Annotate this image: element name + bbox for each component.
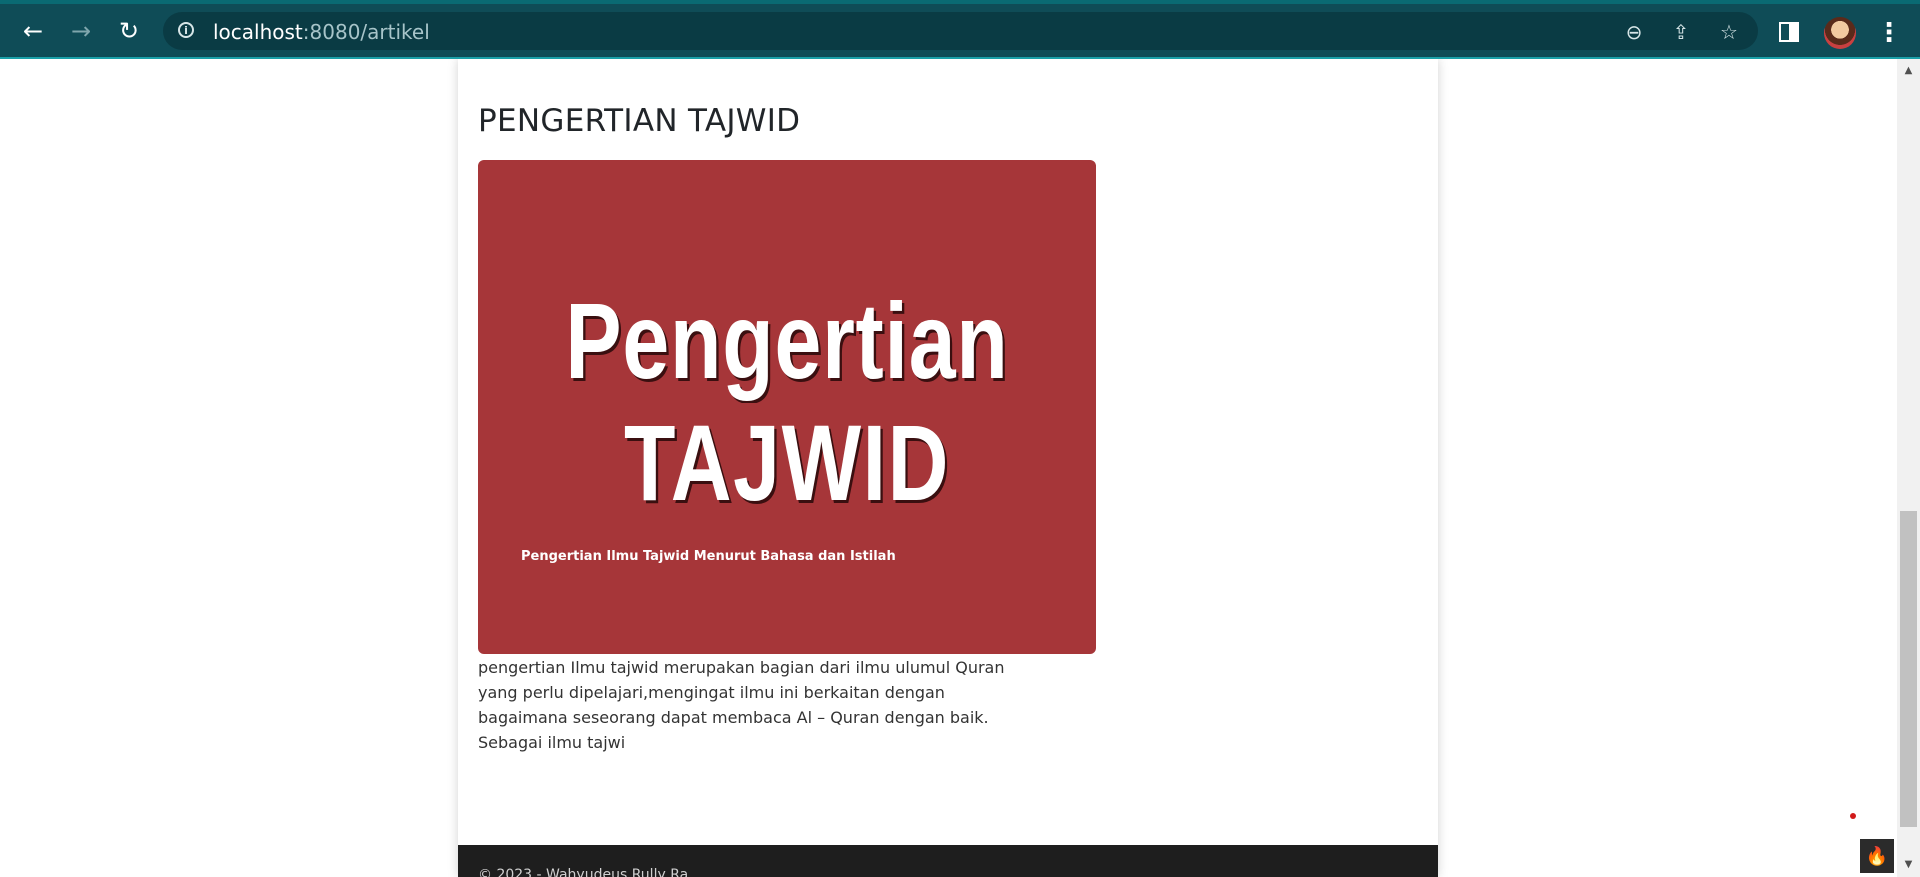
url-text[interactable]: localhost:8080/artikel — [213, 20, 430, 44]
vertical-scrollbar[interactable]: ▲ ▼ — [1897, 59, 1920, 877]
article-title: PENGERTIAN TAJWID — [478, 103, 801, 139]
menu-kebab-icon[interactable]: ⋮ — [1876, 17, 1902, 49]
browser-toolbar: ← → ↻ i localhost:8080/artikel ⊖ ⇪ ☆ ⋮ — [0, 0, 1920, 59]
debug-toolbar-flame-icon[interactable]: 🔥 — [1860, 839, 1894, 873]
star-icon[interactable]: ☆ — [1716, 19, 1742, 45]
notification-dot — [1850, 813, 1856, 819]
url-path: :8080/artikel — [302, 20, 430, 44]
scroll-up-icon[interactable]: ▲ — [1897, 63, 1920, 79]
page-footer: © 2023 - Wahyudeus Rully Ra... — [458, 845, 1438, 877]
article-card: PENGERTIAN TAJWID Pengertian TAJWID Peng… — [458, 59, 1438, 877]
article-image: Pengertian TAJWID Pengertian Ilmu Tajwid… — [478, 160, 1096, 654]
page-viewport: PENGERTIAN TAJWID Pengertian TAJWID Peng… — [0, 59, 1897, 877]
site-info-icon[interactable]: i — [178, 22, 194, 38]
scroll-down-icon[interactable]: ▼ — [1897, 857, 1920, 873]
image-caption: Pengertian Ilmu Tajwid Menurut Bahasa da… — [521, 549, 896, 564]
profile-avatar[interactable] — [1824, 17, 1856, 49]
forward-icon[interactable]: → — [63, 13, 99, 49]
reload-icon[interactable]: ↻ — [111, 13, 147, 49]
scroll-thumb[interactable] — [1900, 511, 1917, 827]
image-title-line2: TAJWID — [623, 402, 950, 523]
article-body: pengertian Ilmu tajwid merupakan bagian … — [478, 658, 1005, 752]
share-icon[interactable]: ⇪ — [1668, 19, 1694, 45]
url-host: localhost — [213, 20, 303, 44]
footer-text: © 2023 - Wahyudeus Rully Ra... — [478, 867, 702, 877]
address-bar[interactable]: i localhost:8080/artikel ⊖ ⇪ ☆ — [163, 12, 1758, 50]
side-panel-icon[interactable] — [1779, 22, 1799, 42]
image-title-line1: Pengertian — [565, 280, 1009, 401]
back-icon[interactable]: ← — [15, 13, 51, 49]
zoom-out-icon[interactable]: ⊖ — [1621, 19, 1647, 45]
